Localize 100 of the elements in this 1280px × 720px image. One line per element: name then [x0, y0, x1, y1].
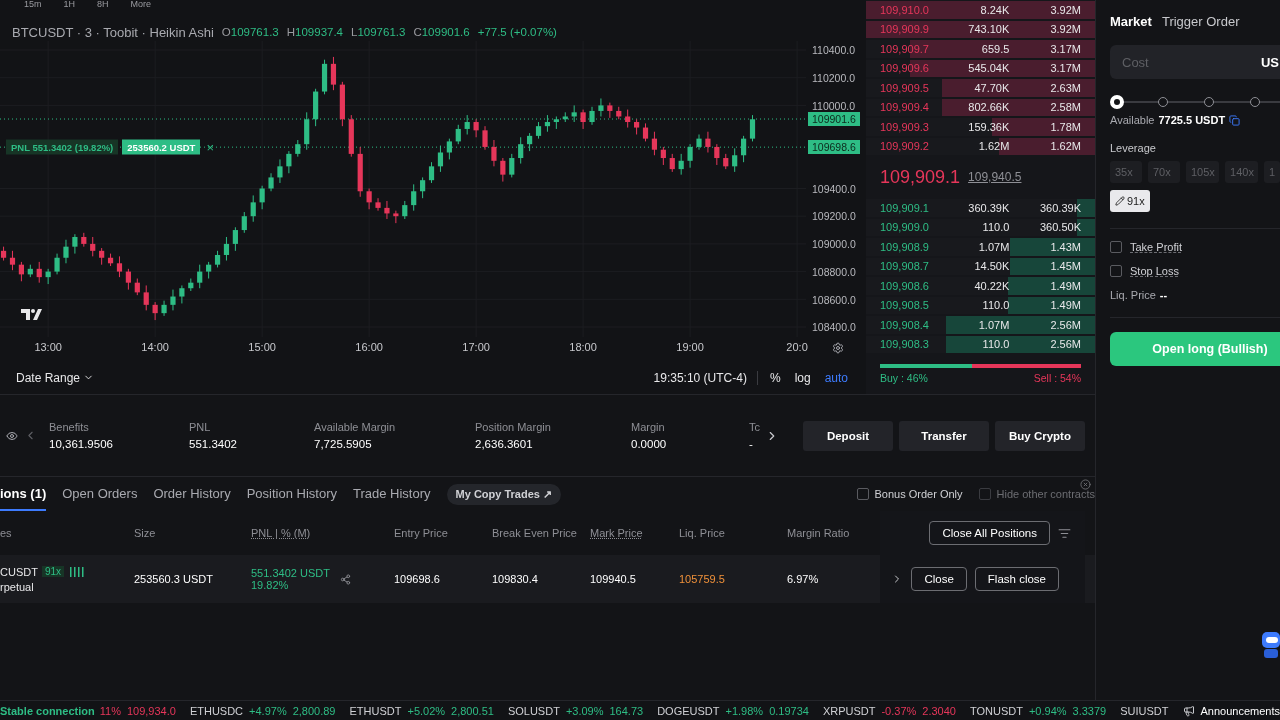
table-cell-text: 109940.5 — [590, 573, 637, 585]
close-position-button[interactable]: Close — [911, 567, 967, 591]
close-button[interactable]: × — [204, 140, 216, 154]
checkbox[interactable] — [1110, 265, 1122, 277]
cost-input[interactable]: Cost — [1120, 53, 1261, 71]
flash-close-button[interactable]: Flash close — [974, 567, 1059, 591]
candlestick — [411, 184, 417, 212]
price-axis-label: 108400.0 — [812, 321, 856, 334]
close-icon[interactable] — [1080, 479, 1091, 490]
slider-thumb[interactable] — [1110, 95, 1124, 109]
ticker-price: 109,934.0 — [126, 704, 176, 717]
positions-tab[interactable]: ions (1) — [0, 477, 47, 511]
order-total: 2.58M — [1049, 101, 1082, 114]
ticker-symbol[interactable]: ETHUSDC — [189, 704, 244, 717]
time-axis-label: 18:00 — [569, 341, 597, 354]
scale-option[interactable]: % — [767, 370, 783, 385]
settings-icon[interactable] — [832, 342, 844, 355]
account-button[interactable]: Buy Crypto — [995, 420, 1085, 451]
stat-label: Position Margin — [475, 421, 552, 433]
time-axis-label: 16:00 — [355, 341, 383, 354]
order-type-tab[interactable]: Market — [1110, 14, 1152, 29]
cost-field[interactable]: Cost US — [1110, 45, 1280, 79]
candlestick — [143, 285, 149, 312]
date-range-button[interactable]: Date Range — [16, 370, 95, 385]
candlestick — [286, 150, 292, 175]
positions-tab[interactable]: Trade History — [353, 477, 431, 511]
close-all-button[interactable]: Close All Positions — [929, 521, 1050, 545]
order-amount: 360.39K — [967, 201, 1011, 214]
positions-tab[interactable]: Order History — [153, 477, 231, 511]
account-button[interactable]: Transfer — [899, 420, 989, 451]
candlestick — [125, 268, 131, 291]
candlestick — [197, 264, 203, 289]
liq-price-label: Liq. Price — [1110, 289, 1156, 301]
candlestick — [705, 131, 711, 154]
time-axis-label: 17:00 — [462, 341, 490, 354]
visibility-icon[interactable] — [6, 429, 18, 442]
column-header: Entry Price — [394, 527, 449, 539]
filter-icon[interactable] — [1058, 526, 1071, 540]
filter-label: Bonus Order Only — [874, 488, 963, 500]
checkbox[interactable] — [856, 488, 869, 500]
copy-trades-link[interactable]: My Copy Trades ↗ — [446, 483, 561, 505]
stat-value: 2,636.3601 — [475, 438, 534, 450]
candlestick — [36, 261, 42, 284]
ticker-price: 2,800.89 — [292, 704, 336, 717]
column-header: Mark Price — [590, 527, 644, 539]
ticker-change: +1.98% — [725, 704, 764, 717]
connection-status: Stable connection — [0, 704, 96, 717]
candlestick — [330, 56, 337, 91]
candlestick — [696, 134, 702, 151]
scale-option[interactable]: log — [792, 370, 813, 385]
table-cell-text: 6.97% — [787, 573, 820, 585]
interval-button[interactable]: 15m — [24, 0, 42, 9]
buy-ratio: Buy : 46% — [880, 372, 928, 384]
order-amount: 1.62M — [977, 140, 1011, 153]
option-label: Take Profit — [1130, 241, 1182, 253]
interval-button[interactable]: 1H — [63, 0, 76, 9]
price-axis-label: 110000.0 — [812, 99, 855, 112]
order-total: 3.92M — [1049, 3, 1082, 16]
price-axis-label: 108800.0 — [812, 265, 856, 278]
ticker-symbol[interactable]: SUIUSDT — [1120, 704, 1169, 717]
transfer-icon[interactable] — [1229, 114, 1241, 126]
account-button[interactable]: Deposit — [803, 420, 893, 451]
ticker-symbol[interactable]: TONUSDT — [969, 704, 1023, 717]
positions-tab[interactable]: Open Orders — [62, 477, 138, 511]
scale-option[interactable]: auto — [822, 370, 850, 385]
order-amount: 802.66K — [967, 101, 1011, 114]
share-icon[interactable] — [339, 573, 351, 585]
order-type-tab[interactable]: Trigger Order — [1161, 14, 1240, 29]
available-label: Available — [1110, 114, 1155, 126]
time-axis-label: 14:00 — [141, 341, 169, 354]
interval-button[interactable]: 8H — [97, 0, 109, 9]
announcements-link[interactable]: Announcements — [1200, 704, 1280, 717]
interval-button[interactable]: More — [130, 0, 152, 9]
positions-tab[interactable]: Position History — [246, 477, 337, 511]
ticker-symbol[interactable]: ETHUSDT — [349, 704, 402, 717]
ticker-symbol[interactable]: DOGEUSDT — [657, 704, 720, 717]
order-price: 109,909.3 — [880, 120, 930, 133]
contract-type: rpetual — [0, 580, 35, 593]
announcement-icon[interactable] — [1182, 704, 1195, 717]
candlestick — [366, 188, 372, 211]
order-price: 109,909.4 — [880, 101, 930, 114]
candlestick — [678, 153, 684, 176]
leverage-chip[interactable]: 91x — [1110, 190, 1150, 212]
ticker-symbol[interactable]: XRPUSDT — [822, 704, 876, 717]
ohlc-value: C109901.6 — [413, 26, 470, 39]
unit-label: US — [1260, 54, 1279, 70]
pnl-value: 551.3402 USDT — [251, 567, 330, 579]
ticker-symbol[interactable]: SOLUSDT — [507, 704, 560, 717]
amount-slider[interactable] — [1110, 95, 1280, 109]
pnl-percent: 19.82% — [251, 579, 290, 591]
checkbox[interactable] — [1110, 241, 1122, 253]
candlestick — [500, 157, 506, 183]
order-amount: 110.0 — [981, 299, 1011, 312]
order-total: 1.45M — [1049, 260, 1082, 273]
candlestick — [669, 153, 675, 173]
price-axis-label: 110200.0 — [812, 71, 855, 84]
candlestick — [161, 300, 167, 317]
ticker-change: +4.97% — [249, 704, 287, 717]
order-total: 2.63M — [1049, 81, 1082, 94]
candlestick — [72, 233, 78, 255]
